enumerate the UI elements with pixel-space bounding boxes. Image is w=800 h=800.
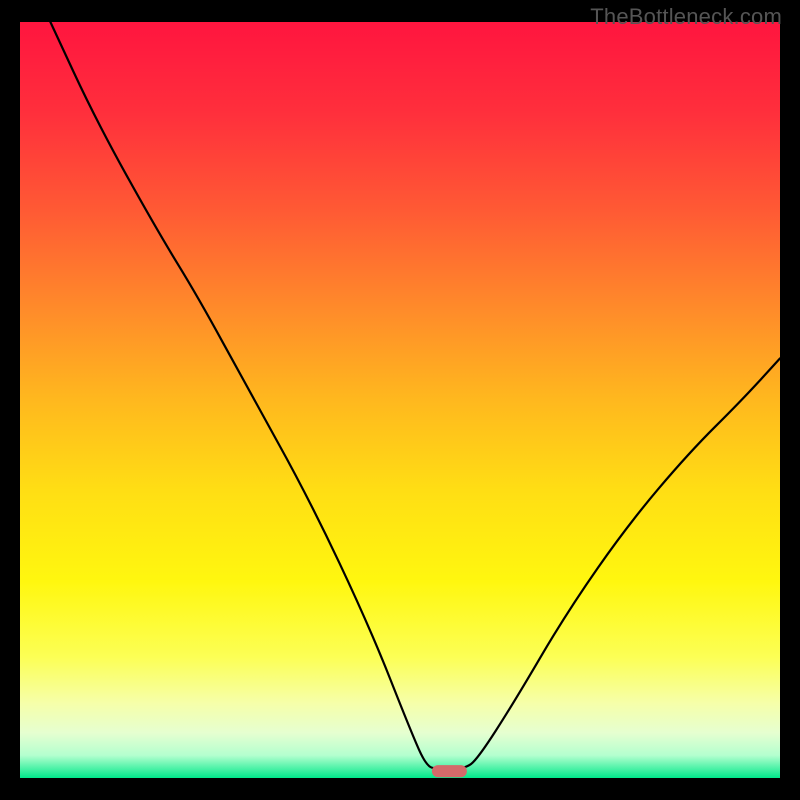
optimum-marker <box>432 765 467 777</box>
bottleneck-chart <box>20 22 780 778</box>
watermark-label: TheBottleneck.com <box>590 4 782 30</box>
chart-container <box>20 22 780 778</box>
gradient-background <box>20 22 780 778</box>
